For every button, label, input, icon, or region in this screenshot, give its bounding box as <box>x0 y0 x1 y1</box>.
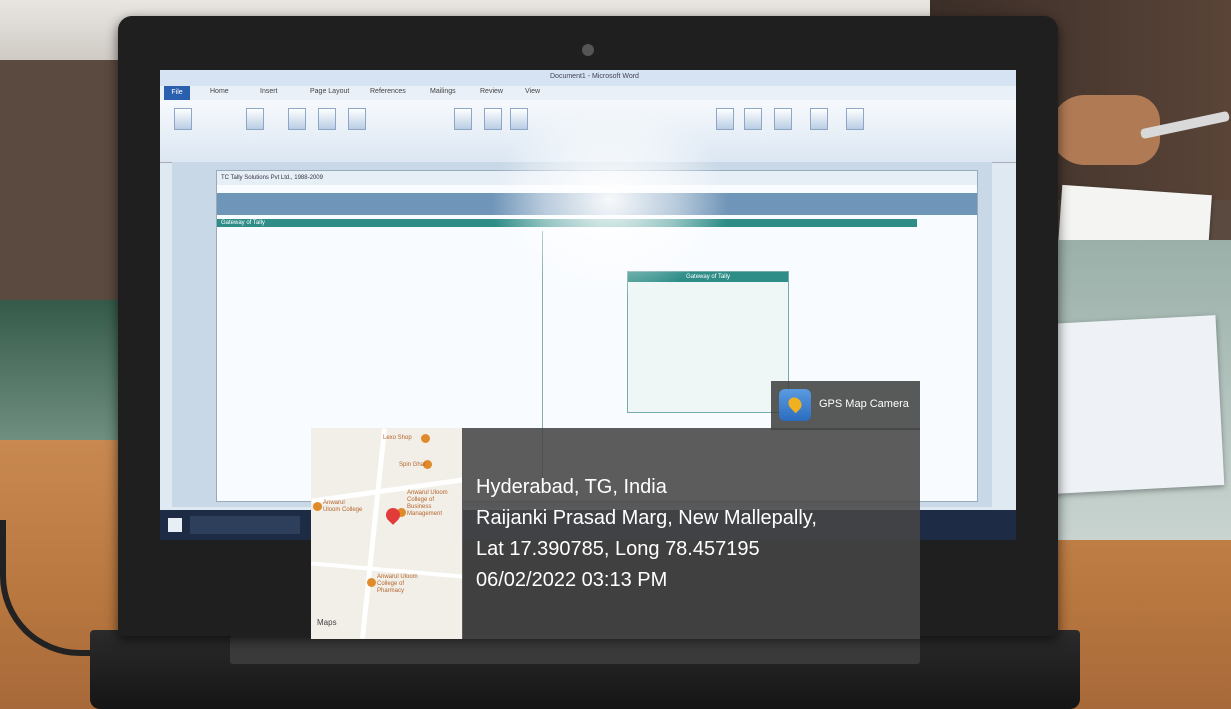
ribbon-button[interactable] <box>810 108 828 130</box>
location-coordinates: Lat 17.390785, Long 78.457195 <box>476 538 760 560</box>
tab-insert[interactable]: Insert <box>260 88 278 95</box>
map-label: Anwarul Uloom College of Business Manage… <box>407 490 448 517</box>
laptop-hinge <box>230 636 920 664</box>
gps-app-name: GPS Map Camera <box>819 398 909 410</box>
taskbar-search-box[interactable] <box>190 516 300 534</box>
windows-start-icon[interactable] <box>168 518 182 532</box>
tab-view[interactable]: View <box>525 88 540 95</box>
ribbon-button[interactable] <box>774 108 792 130</box>
ribbon-tabs: Home Insert Page Layout References Maili… <box>160 86 1016 100</box>
map-label: Spin Ghar <box>399 462 427 468</box>
location-address: Raijanki Prasad Marg, New Mallepally, <box>476 507 817 529</box>
gps-info-panel: Hyderabad, TG, India Raijanki Prasad Mar… <box>462 428 920 639</box>
tab-mailings[interactable]: Mailings <box>430 88 456 95</box>
ribbon-button[interactable] <box>318 108 336 130</box>
tab-references[interactable]: References <box>370 88 406 95</box>
tally-copyright: TC Tally Solutions Pvt Ltd., 1988-2009 <box>221 175 323 181</box>
gps-app-badge: GPS Map Camera <box>771 381 920 430</box>
gps-camera-icon <box>779 389 811 421</box>
location-city: Hyderabad, TG, India <box>476 476 667 498</box>
ribbon-button[interactable] <box>246 108 264 130</box>
map-poi-icon <box>421 434 430 443</box>
ribbon-button[interactable] <box>348 108 366 130</box>
tab-page-layout[interactable]: Page Layout <box>310 88 349 95</box>
map-road <box>359 428 388 639</box>
window-title: Document1 - Microsoft Word <box>550 73 639 80</box>
location-pin-icon <box>785 394 805 414</box>
map-poi-icon <box>367 578 376 587</box>
ribbon-button[interactable] <box>744 108 762 130</box>
map-thumbnail: Lexo Shop Spin Ghar Anwarul Uloom Colleg… <box>311 428 463 639</box>
tab-home[interactable]: Home <box>210 88 229 95</box>
map-label: Lexo Shop <box>383 435 412 441</box>
location-datetime: 06/02/2022 03:13 PM <box>476 569 668 591</box>
maps-logo: Maps <box>317 618 337 627</box>
screen-glare <box>490 100 730 300</box>
ribbon-button[interactable] <box>454 108 472 130</box>
tab-file[interactable]: File <box>164 86 190 100</box>
ribbon-button[interactable] <box>288 108 306 130</box>
ribbon-button[interactable] <box>174 108 192 130</box>
ribbon-button[interactable] <box>846 108 864 130</box>
map-label: Anwarul Uloom College <box>323 500 363 513</box>
webcam-icon <box>582 44 594 56</box>
window-title-bar: Document1 - Microsoft Word <box>160 70 1016 86</box>
map-poi-icon <box>313 502 322 511</box>
tally-section-header: Gateway of Tally <box>221 220 265 226</box>
tab-review[interactable]: Review <box>480 88 503 95</box>
map-label: Anwarul Uloom College of Pharmacy <box>377 574 418 594</box>
